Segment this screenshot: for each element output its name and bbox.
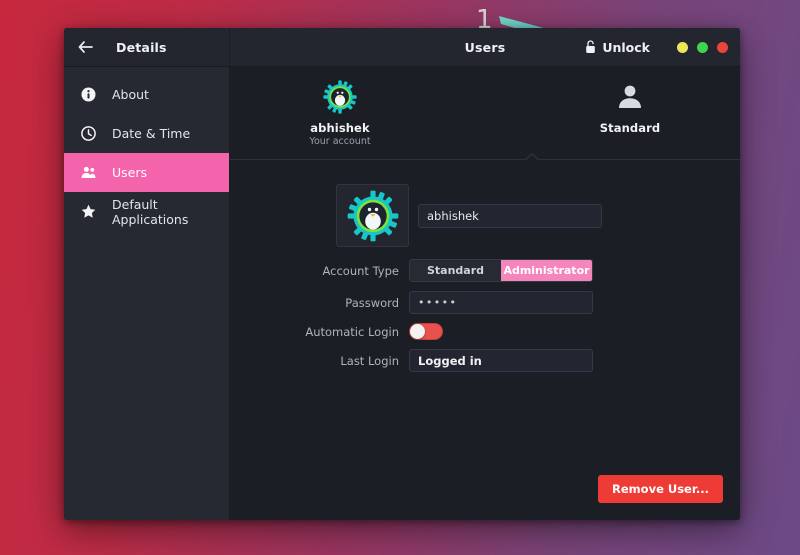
maximize-button[interactable]: [697, 41, 708, 53]
user-tile-name: Standard: [599, 121, 661, 135]
last-login-row: Last Login Logged in: [230, 349, 740, 372]
info-icon: [81, 87, 96, 102]
user-form: Account Type Standard Administrator Pass…: [230, 160, 740, 520]
avatar-picker-button[interactable]: [336, 184, 409, 247]
window-controls: [677, 41, 728, 53]
password-label: Password: [345, 295, 399, 310]
unlock-label: Unlock: [602, 39, 650, 55]
person-icon: [615, 79, 645, 115]
lock-icon: [586, 40, 596, 53]
page-title: Users: [464, 39, 506, 55]
avatar-and-username-row: [230, 184, 740, 247]
sidebar-item-label: Default Applications: [112, 196, 189, 227]
panel-title: Details: [116, 39, 167, 55]
main-content: abhishek Your account Standard abhishek …: [230, 67, 740, 520]
window-body: About Date & Time Users Default Applicat…: [64, 67, 740, 520]
user-tile-sub: Your account: [309, 136, 371, 147]
sidebar-item-label: About: [112, 87, 149, 102]
password-row: Password •••••: [230, 291, 740, 314]
account-type-option-administrator[interactable]: Administrator: [501, 260, 592, 281]
window-titlebar: Details Users Unlock: [64, 28, 740, 67]
account-type-label: Account Type: [322, 263, 399, 278]
user-tile-abhishek[interactable]: abhishek Your account: [285, 79, 395, 147]
account-type-segmented-control: Standard Administrator: [409, 259, 593, 282]
sidebar-item-label: Date & Time: [112, 126, 191, 141]
toggle-knob: [410, 324, 425, 339]
password-field[interactable]: •••••: [409, 291, 593, 314]
gear-penguin-avatar: [323, 79, 357, 115]
back-arrow-icon[interactable]: [76, 38, 94, 56]
username-input[interactable]: [418, 203, 602, 228]
titlebar-left-pane: Details: [64, 28, 230, 66]
account-type-option-standard[interactable]: Standard: [410, 260, 501, 281]
sidebar-item-about[interactable]: About: [64, 75, 229, 114]
settings-window: Details Users Unlock About Date & Time U…: [64, 28, 740, 520]
remove-user-button[interactable]: Remove User...: [598, 475, 723, 503]
unlock-button[interactable]: Unlock: [581, 37, 654, 58]
user-carousel: abhishek Your account Standard: [230, 67, 740, 159]
account-type-row: Account Type Standard Administrator: [230, 259, 740, 282]
gear-penguin-avatar: [347, 190, 398, 241]
last-login-value[interactable]: Logged in: [409, 349, 593, 372]
titlebar-right-pane: Users Unlock: [230, 28, 740, 66]
star-icon: [81, 204, 96, 219]
sidebar: About Date & Time Users Default Applicat…: [64, 67, 230, 520]
automatic-login-label: Automatic Login: [305, 324, 399, 339]
sidebar-item-label: Users: [112, 165, 148, 180]
minimize-button[interactable]: [677, 41, 688, 53]
sidebar-item-date-time[interactable]: Date & Time: [64, 114, 229, 153]
sidebar-item-users[interactable]: Users: [64, 153, 229, 192]
close-button[interactable]: [717, 41, 728, 53]
automatic-login-toggle[interactable]: [409, 323, 443, 340]
last-login-label: Last Login: [340, 353, 399, 368]
users-icon: [81, 165, 96, 180]
clock-icon: [81, 126, 96, 141]
sidebar-item-default-applications[interactable]: Default Applications: [64, 192, 229, 231]
automatic-login-row: Automatic Login: [230, 323, 740, 340]
selected-user-caret: [524, 153, 540, 161]
user-tile-standard[interactable]: Standard: [575, 79, 685, 136]
user-tile-name: abhishek: [310, 121, 370, 135]
